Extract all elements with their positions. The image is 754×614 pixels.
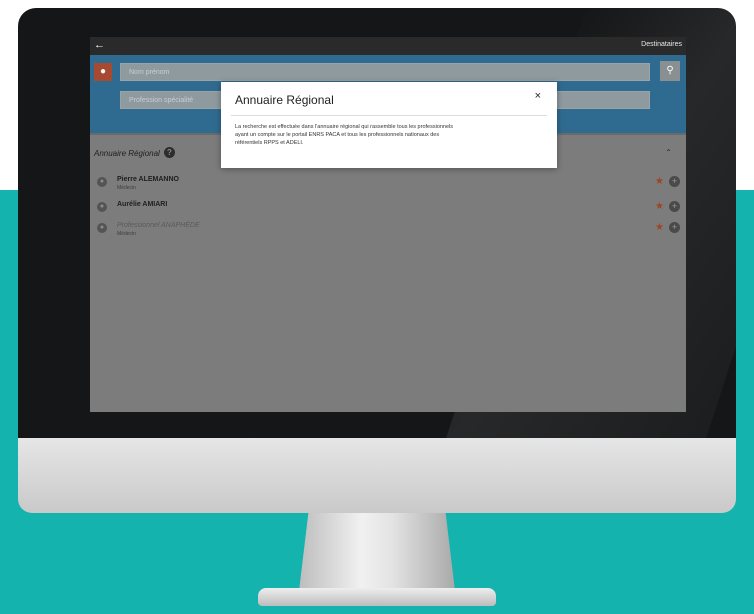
- directory-icon: ●: [97, 223, 107, 233]
- monitor-stand: [299, 513, 455, 591]
- modal-divider: [231, 115, 547, 116]
- monitor-chin: [18, 438, 736, 513]
- result-name: Aurélie AMIARI: [117, 201, 168, 208]
- question-circle-icon[interactable]: ?: [164, 147, 175, 158]
- modal-body: La recherche est effectuée dans l'annuai…: [235, 123, 547, 147]
- plus-circle-icon[interactable]: +: [669, 222, 680, 233]
- star-icon[interactable]: ★: [655, 176, 664, 187]
- result-name: Professionnel ANAPHÈDE: [117, 222, 200, 229]
- result-row[interactable]: ● Professionnel ANAPHÈDE Médecin ★ +: [90, 221, 686, 241]
- monitor-base: [258, 588, 496, 606]
- directory-icon: ●: [97, 202, 107, 212]
- directory-icon: ●: [97, 177, 107, 187]
- name-search-input[interactable]: Nom prénom: [120, 63, 650, 81]
- info-modal: Annuaire Régional × La recherche est eff…: [221, 82, 557, 168]
- modal-body-line: ayant un compte sur le portail ENRS PACA…: [235, 132, 440, 138]
- result-name: Pierre ALEMANNO: [117, 176, 179, 183]
- destinataires-button[interactable]: Destinataires: [641, 41, 682, 48]
- modal-title: Annuaire Régional: [235, 93, 334, 107]
- chevron-up-icon[interactable]: ⌃: [665, 148, 672, 157]
- result-subtitle: Médecin: [117, 185, 136, 191]
- star-icon[interactable]: ★: [655, 222, 664, 233]
- arrow-left-icon[interactable]: ←: [94, 39, 105, 51]
- user-icon: ●: [94, 63, 112, 81]
- modal-body-line: La recherche est effectuée dans l'annuai…: [235, 124, 454, 130]
- result-row[interactable]: ● Aurélie AMIARI ★ +: [90, 200, 686, 220]
- result-subtitle: Médecin: [117, 231, 136, 237]
- plus-circle-icon[interactable]: +: [669, 176, 680, 187]
- search-icon[interactable]: ⚲: [660, 61, 680, 81]
- top-bar: ← Destinataires: [90, 37, 686, 55]
- app-screen: ← Destinataires ● Nom prénom ⚲ Professio…: [90, 37, 686, 412]
- section-title: Annuaire Régional: [94, 149, 160, 158]
- close-icon[interactable]: ×: [535, 90, 541, 102]
- star-icon[interactable]: ★: [655, 201, 664, 212]
- result-row[interactable]: ● Pierre ALEMANNO Médecin ★ +: [90, 175, 686, 195]
- modal-body-line: référentiels RPPS et ADELI.: [235, 140, 304, 146]
- plus-circle-icon[interactable]: +: [669, 201, 680, 212]
